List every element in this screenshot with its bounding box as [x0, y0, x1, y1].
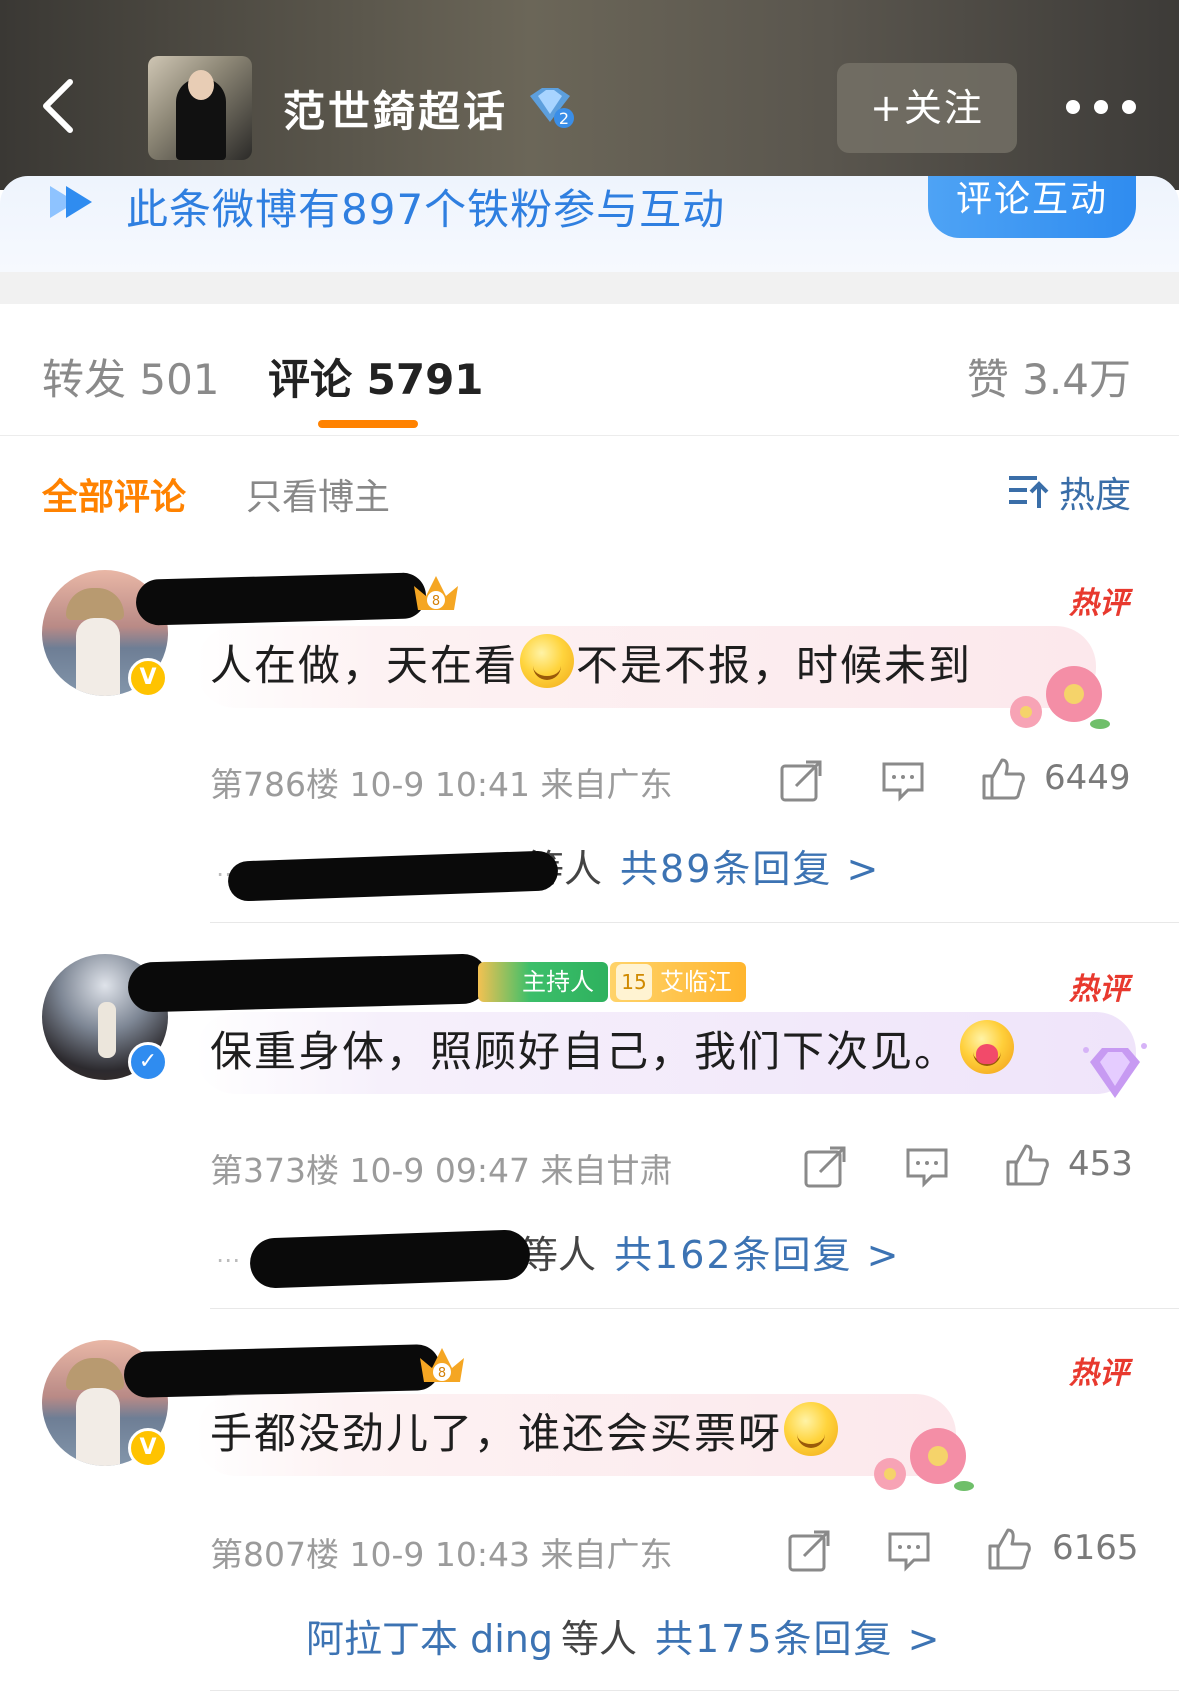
comment-divider: [210, 922, 1179, 923]
verified-badge-icon: V: [128, 658, 168, 698]
comment-divider: [210, 1690, 1179, 1691]
comment-meta: 第786楼 10-9 10:41 来自广东: [210, 765, 673, 804]
redacted-reply-names: [249, 1229, 531, 1289]
back-button[interactable]: [34, 76, 94, 136]
tab-like[interactable]: 赞 3.4万: [967, 346, 1131, 407]
comment-item: V 8 热评 手都没劲儿了，谁还会买票呀 第807楼 10-9 10:43 来自…: [0, 1330, 1179, 1695]
sort-by-hot-button[interactable]: 热度: [1007, 466, 1131, 518]
hot-comment-tag: 热评: [1069, 1356, 1129, 1391]
page-title[interactable]: 范世錡超话: [283, 78, 508, 139]
smile-emoji-icon: [784, 1402, 839, 1456]
like-count: 6449: [1044, 758, 1131, 798]
comment-text: 手都没劲儿了，谁还会买票呀: [210, 1400, 840, 1461]
comment-item: V 8 热评 人在做，天在看 不是不报，时候未到 第786楼 10-9 10:41…: [0, 560, 1179, 923]
topic-avatar[interactable]: [148, 56, 252, 160]
fan-interaction-banner: 此条微博有897个铁粉参与互动 评论互动: [0, 176, 1179, 272]
tab-repost[interactable]: 转发 501: [42, 346, 220, 407]
comment-filter-bar: 全部评论 只看博主 热度: [0, 436, 1179, 546]
redacted-username: [127, 953, 489, 1013]
crown-level-number: 8: [438, 1366, 446, 1381]
crown-level-icon: 8: [420, 1348, 464, 1382]
flower-decoration-icon: [874, 1428, 974, 1491]
comment-divider: [210, 1308, 1179, 1309]
sort-icon: [1008, 476, 1049, 508]
fan-level-badge: 15 艾临江: [610, 962, 746, 1002]
hug-emoji-icon: [960, 1020, 1015, 1074]
comment-interaction-button[interactable]: 评论互动: [928, 176, 1136, 238]
redacted-username: [135, 572, 427, 626]
comment-text: 人在做，天在看 不是不报，时候未到: [210, 632, 972, 693]
filter-blogger-only[interactable]: 只看博主: [246, 468, 390, 520]
post-tabs: 转发 501 评论 5791 赞 3.4万: [0, 304, 1179, 436]
diamond-level-icon: 2: [530, 88, 574, 128]
thumbs-up-icon[interactable]: [980, 756, 1026, 802]
share-icon[interactable]: [786, 1528, 832, 1574]
reply-summary[interactable]: 阿拉丁本 ding 等人 共175条回复 >: [306, 1608, 941, 1663]
active-tab-indicator: [318, 420, 418, 428]
thumbs-up-icon[interactable]: [986, 1526, 1032, 1572]
more-dots-icon[interactable]: [1066, 96, 1136, 120]
verified-badge-icon: ✓: [128, 1042, 168, 1082]
chevron-left-icon: [43, 79, 73, 133]
comment-icon[interactable]: [886, 1528, 932, 1574]
thumbs-up-icon[interactable]: [1004, 1142, 1050, 1188]
verified-badge-icon: V: [128, 1428, 168, 1468]
smile-emoji-icon: [520, 634, 575, 688]
comment-item: ✓ 主持人 15 艾临江 热评 保重身体，照顾好自己，我们下次见。 第373楼 …: [0, 946, 1179, 1309]
gem-decoration-icon: [1083, 1043, 1147, 1098]
share-icon[interactable]: [778, 758, 824, 804]
comment-meta: 第807楼 10-9 10:43 来自广东: [210, 1535, 673, 1574]
follow-button[interactable]: +关注: [837, 63, 1017, 153]
fan-level-number: 15: [616, 964, 652, 1000]
fan-badge-icon: [50, 186, 92, 218]
section-separator: [0, 272, 1179, 304]
diamond-level-number: 2: [559, 109, 569, 128]
share-icon[interactable]: [802, 1144, 848, 1190]
tab-comment[interactable]: 评论 5791: [268, 346, 484, 407]
comment-text: 保重身体，照顾好自己，我们下次见。: [210, 1018, 1016, 1079]
flower-decoration-icon: [1010, 666, 1110, 729]
like-count: 453: [1068, 1144, 1133, 1184]
host-badge: 主持人: [478, 962, 608, 1002]
filter-all-comments[interactable]: 全部评论: [42, 468, 186, 520]
fan-interaction-text: 此条微博有897个铁粉参与互动: [126, 185, 726, 234]
crown-level-number: 8: [432, 594, 440, 609]
sort-label: 热度: [1058, 475, 1131, 516]
comment-meta: 第373楼 10-9 09:47 来自甘肃: [210, 1151, 673, 1190]
top-bar: 范世錡超话 2 +关注: [0, 0, 1179, 190]
hot-comment-tag: 热评: [1069, 586, 1129, 621]
redacted-username: [123, 1343, 441, 1399]
like-count: 6165: [1052, 1528, 1139, 1568]
reply-user-names[interactable]: 阿拉丁本 ding: [306, 1617, 553, 1661]
fan-level-label: 艾临江: [660, 968, 732, 996]
comment-icon[interactable]: [880, 758, 926, 804]
hot-comment-tag: 热评: [1069, 972, 1129, 1007]
comment-icon[interactable]: [904, 1144, 950, 1190]
crown-level-icon: 8: [414, 576, 458, 610]
